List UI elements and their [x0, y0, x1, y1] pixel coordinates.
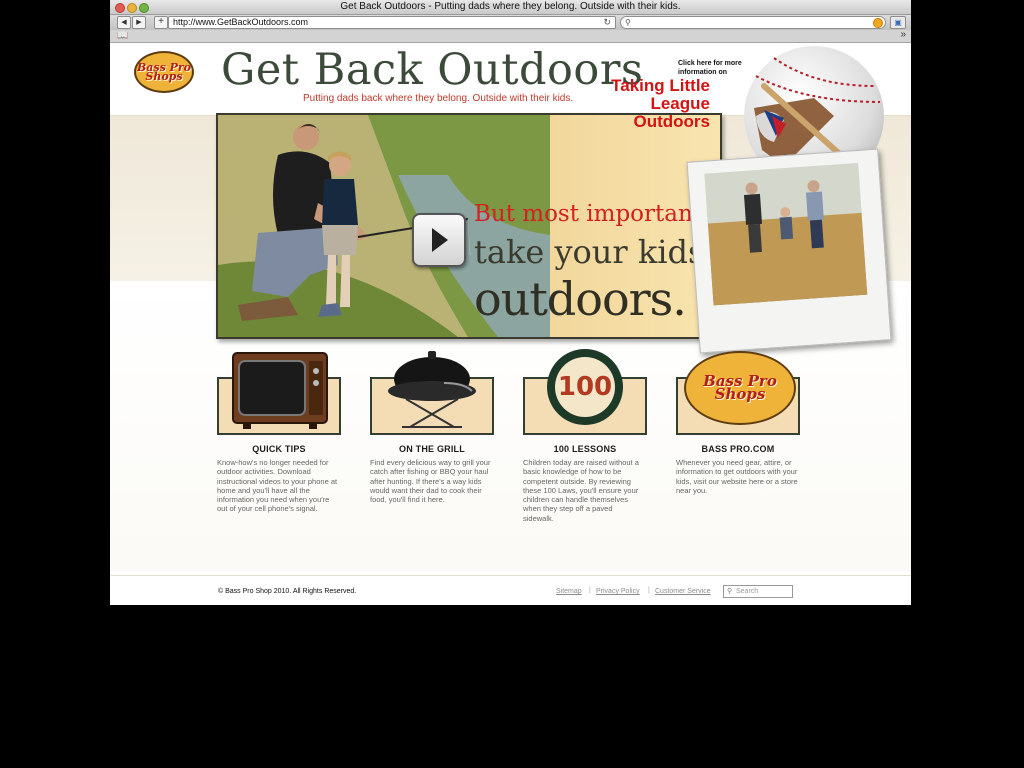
forward-arrow-icon: ▶ — [136, 19, 142, 26]
url-text: http://www.GetBackOutdoors.com — [173, 17, 309, 27]
forward-button[interactable]: ▶ — [132, 16, 146, 29]
more-chevron-icon[interactable]: » — [900, 29, 906, 40]
little-league-link[interactable]: Taking Little League Outdoors — [590, 77, 710, 131]
bass-pro-logo-large: Bass Pro Shops — [684, 351, 796, 425]
polaroid-photo-frame[interactable] — [686, 148, 892, 354]
bookmark-icon: ▣ — [894, 18, 902, 27]
link-separator: | — [648, 587, 650, 594]
play-video-button[interactable] — [412, 213, 466, 267]
address-bar[interactable]: http://www.GetBackOutdoors.com ↻ — [168, 16, 616, 29]
page-footer: © Bass Pro Shop 2010. All Rights Reserve… — [110, 575, 911, 605]
footer-link-privacy[interactable]: Privacy Policy — [596, 588, 640, 595]
grill-icon — [388, 351, 476, 428]
bass-pro-logo[interactable]: Bass Pro Shops — [134, 51, 194, 93]
feature-description: Whenever you need gear, attire, or infor… — [676, 458, 798, 495]
bookmarks-bar: 📖 » — [110, 29, 911, 43]
copyright-text: © Bass Pro Shop 2010. All Rights Reserve… — [218, 588, 357, 595]
browser-search-field[interactable]: ⚲ — [620, 16, 886, 29]
feature-description: Children today are raised without a basi… — [523, 458, 639, 523]
feature-title: QUICK TIPS — [252, 444, 306, 454]
add-bookmark-button[interactable]: + — [154, 16, 168, 29]
link-separator: | — [589, 587, 591, 594]
hero-headline-line1: But most importantly, — [474, 201, 722, 227]
hero-headline-line3: outdoors. — [474, 272, 687, 326]
wheat-field-illustration — [704, 162, 868, 306]
hero-video[interactable]: But most importantly, take your kids out… — [216, 113, 722, 339]
bookmark-button[interactable]: ▣ — [890, 16, 906, 29]
search-icon: ⚲ — [727, 588, 733, 595]
back-button[interactable]: ◀ — [117, 16, 131, 29]
feature-title: BASS PRO.COM — [701, 444, 775, 454]
site-tagline: Putting dads back where they belong. Out… — [303, 93, 574, 104]
bookmarks-book-icon[interactable]: 📖 — [117, 30, 128, 41]
browser-window: Get Back Outdoors - Putting dads where t… — [110, 0, 911, 605]
feature-description: Find every delicious way to grill your c… — [370, 458, 491, 505]
search-placeholder: Search — [736, 588, 759, 595]
footer-search-input[interactable]: ⚲ Search — [723, 585, 793, 598]
grandfather-family-photo — [704, 162, 868, 306]
plus-icon: + — [158, 16, 164, 27]
search-icon: ⚲ — [625, 18, 631, 27]
footer-link-customer-service[interactable]: Customer Service — [655, 588, 711, 595]
web-page: Bass Pro Shops Get Back Outdoors Putting… — [110, 43, 911, 605]
feature-description: Know-how's no longer needed for outdoor … — [217, 458, 338, 514]
browser-toolbar: ◀ ▶ + http://www.GetBackOutdoors.com ↻ ⚲… — [110, 15, 911, 30]
logo-text: Bass Pro Shops — [703, 372, 777, 403]
badge-number: 100 — [557, 372, 613, 402]
reload-icon[interactable]: ↻ — [603, 17, 611, 28]
logo-text: Bass Pro Shops — [136, 60, 192, 83]
snapback-icon[interactable] — [873, 18, 883, 28]
feature-title: 100 LESSONS — [553, 444, 617, 454]
title-bar: Get Back Outdoors - Putting dads where t… — [110, 0, 911, 15]
badge-100-icon: 100 — [547, 349, 623, 425]
tv-icon — [232, 352, 328, 429]
hero-headline-line2: take your kids — [474, 233, 705, 271]
footer-link-sitemap[interactable]: Sitemap — [556, 588, 582, 595]
site-title: Get Back Outdoors — [221, 45, 644, 95]
play-icon — [432, 228, 448, 252]
promo-note[interactable]: Click here for more information on — [678, 59, 748, 77]
window-title: Get Back Outdoors - Putting dads where t… — [340, 1, 681, 12]
back-arrow-icon: ◀ — [121, 19, 127, 26]
feature-title: ON THE GRILL — [399, 444, 465, 454]
